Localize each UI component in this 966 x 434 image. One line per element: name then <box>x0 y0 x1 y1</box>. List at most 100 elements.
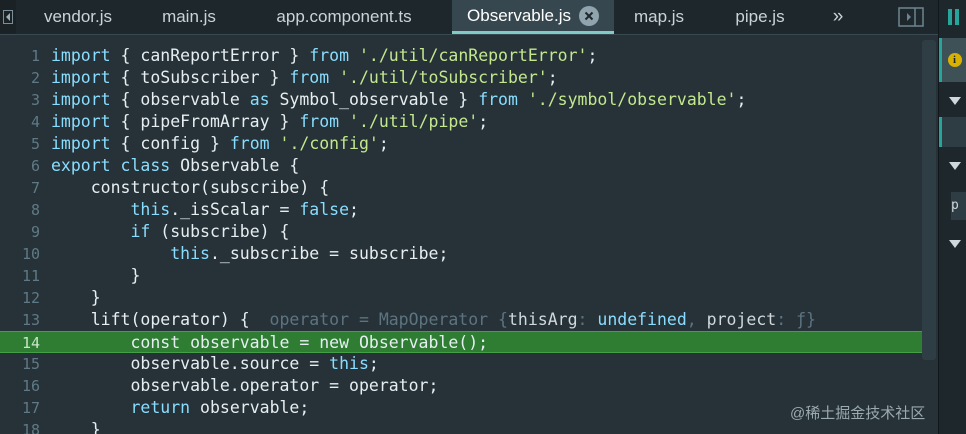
tab-app-component-ts[interactable]: app.component.ts <box>244 0 444 34</box>
line-number[interactable]: 9 <box>0 221 40 243</box>
toggle-panel-icon[interactable] <box>898 7 924 27</box>
code-line[interactable]: 6 export class Observable { <box>0 155 930 177</box>
line-number[interactable]: 17 <box>0 397 40 419</box>
code-token: Observable { <box>170 156 300 175</box>
expand-arrow-icon[interactable] <box>949 97 961 105</box>
code-line[interactable]: 15 observable.source = this; <box>0 353 930 375</box>
selected-panel-row[interactable] <box>939 117 966 147</box>
code-token: class <box>120 156 171 175</box>
tab-label: vendor.js <box>43 7 113 26</box>
inline-value-hint: , <box>686 310 707 329</box>
expand-arrow-icon[interactable] <box>949 240 961 248</box>
code-line[interactable]: 10 this._subscribe = subscribe; <box>0 243 930 265</box>
code-token: } <box>51 288 101 307</box>
code-token: ._isScalar = <box>170 200 300 219</box>
code-token: import <box>51 112 111 131</box>
code-text: observable.source = this; <box>51 353 378 375</box>
line-number[interactable]: 15 <box>0 353 40 375</box>
code-token: return <box>130 398 191 417</box>
line-number[interactable]: 4 <box>0 111 40 133</box>
code-token: { config } <box>110 134 230 153</box>
tab-label: pipe.js <box>735 7 785 26</box>
code-line[interactable]: 7 constructor(subscribe) { <box>0 177 930 199</box>
code-token: ._subscribe = subscribe; <box>209 244 449 263</box>
code-token: './config' <box>279 134 379 153</box>
code-text: this._subscribe = subscribe; <box>51 243 448 265</box>
paused-info-banner[interactable]: i <box>939 38 966 82</box>
code-line[interactable]: 4 import { pipeFromArray } from './util/p… <box>0 111 930 133</box>
code-line[interactable]: 8 this._isScalar = false; <box>0 199 930 221</box>
tab-label: map.js <box>633 7 685 26</box>
line-number[interactable]: 11 <box>0 265 40 287</box>
code-token: observable.operator = operator; <box>51 376 439 395</box>
close-tab-button[interactable] <box>578 5 599 26</box>
code-text: import { toSubscriber } from './util/toS… <box>51 67 558 89</box>
code-line[interactable]: 13 lift(operator) { operator = MapOperat… <box>0 309 930 331</box>
code-line[interactable]: 9 if (subscribe) { <box>0 221 930 243</box>
line-number[interactable]: 1 <box>0 45 40 67</box>
pause-icon[interactable] <box>947 6 961 28</box>
code-token: from <box>229 134 270 153</box>
line-number[interactable]: 7 <box>0 177 40 199</box>
code-token: from <box>309 46 350 65</box>
code-line[interactable]: 11 } <box>0 265 930 287</box>
line-number[interactable]: 2 <box>0 67 40 89</box>
line-number[interactable]: 12 <box>0 287 40 309</box>
code-token: false <box>299 200 350 219</box>
tab-map-js[interactable]: map.js <box>614 0 704 34</box>
code-line[interactable]: 3 import { observable as Symbol_observabl… <box>0 89 930 111</box>
line-number[interactable]: 16 <box>0 375 40 397</box>
line-number[interactable]: 5 <box>0 133 40 155</box>
code-text: import { canReportError } from './util/c… <box>51 45 597 67</box>
tab-main-js[interactable]: main.js <box>134 0 244 34</box>
line-number[interactable]: 6 <box>0 155 40 177</box>
code-token: { pipeFromArray } <box>110 112 300 131</box>
inline-value-hint: : ƒ} <box>776 310 816 329</box>
line-number[interactable]: 18 <box>0 419 40 434</box>
tab-scroll-left-button[interactable] <box>0 0 16 34</box>
line-number[interactable]: 8 <box>0 199 40 221</box>
code-line[interactable]: 12 } <box>0 287 930 309</box>
tab-vendor-js[interactable]: vendor.js <box>22 0 134 34</box>
tab-overflow-button[interactable]: » <box>826 0 850 34</box>
info-icon: i <box>947 53 962 67</box>
code-token: constructor(subscribe) { <box>51 178 330 197</box>
line-number[interactable]: 10 <box>0 243 40 265</box>
line-number[interactable]: 14 <box>0 332 40 354</box>
code-line[interactable]: 5 import { config } from './config'; <box>0 133 930 155</box>
line-number[interactable]: 13 <box>0 309 40 331</box>
code-line[interactable]: 14 const observable = new Observable(); <box>0 331 930 353</box>
close-icon <box>584 11 594 20</box>
code-text: import { pipeFromArray } from './util/pi… <box>51 111 488 133</box>
code-line[interactable]: 16 observable.operator = operator; <box>0 375 930 397</box>
code-token: import <box>51 68 111 87</box>
code-token: } <box>51 420 101 434</box>
code-text: lift(operator) { operator = MapOperator … <box>51 309 816 331</box>
tab-observable-js[interactable]: Observable.js <box>452 0 614 34</box>
code-text: import { observable as Symbol_observable… <box>51 89 746 111</box>
code-token: export <box>51 156 111 175</box>
tab-pipe-js[interactable]: pipe.js <box>712 0 808 34</box>
code-line[interactable]: 1 import { canReportError } from './util/… <box>0 45 930 67</box>
code-editor[interactable]: 1 import { canReportError } from './util/… <box>0 35 938 434</box>
expand-arrow-icon[interactable] <box>949 162 961 170</box>
inline-value-hint: operator = MapOperator { <box>269 310 508 329</box>
code-line[interactable]: 2 import { toSubscriber } from './util/to… <box>0 67 930 89</box>
code-token: if <box>130 222 151 241</box>
tab-bar: vendor.js main.js app.component.ts Obser… <box>0 0 938 35</box>
code-token: './util/pipe' <box>349 112 479 131</box>
code-token: ; <box>349 200 359 219</box>
editor-scrollbar[interactable] <box>922 40 936 360</box>
code-text: return observable; <box>51 397 309 419</box>
code-token: import <box>51 134 111 153</box>
code-token: from <box>289 68 330 87</box>
inline-value-hint: undefined <box>597 310 687 329</box>
line-number[interactable]: 3 <box>0 89 40 111</box>
tab-label: app.component.ts <box>276 7 412 26</box>
inline-value-hint: project <box>706 310 777 329</box>
